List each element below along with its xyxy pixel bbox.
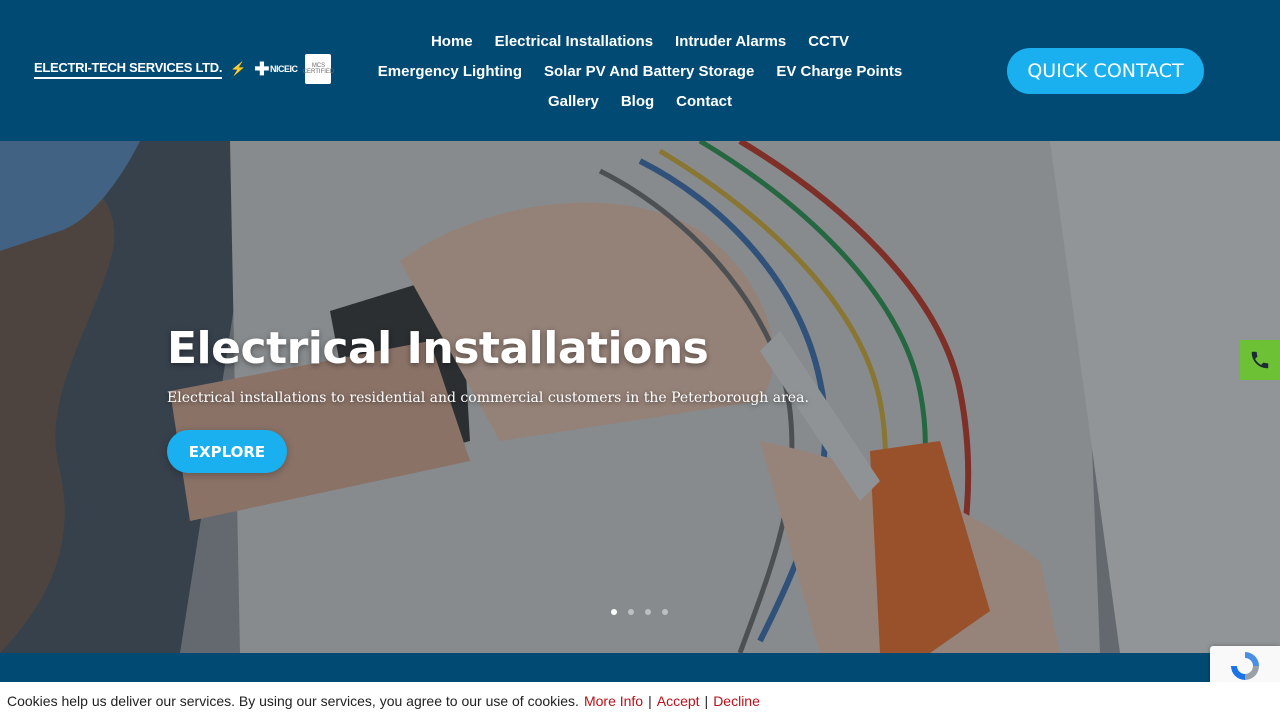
nav-link-contact[interactable]: Contact bbox=[676, 93, 732, 110]
slider-dot-1[interactable] bbox=[611, 609, 617, 615]
nav-row-3: Gallery Blog Contact bbox=[360, 86, 920, 116]
cookie-decline-link[interactable]: Decline bbox=[713, 693, 760, 709]
nav-link-solar-pv[interactable]: Solar PV And Battery Storage bbox=[544, 63, 754, 80]
main-nav: Home Electrical Installations Intruder A… bbox=[360, 26, 920, 116]
slider-dots bbox=[611, 609, 668, 615]
nav-link-intruder-alarms[interactable]: Intruder Alarms bbox=[675, 33, 786, 50]
hero-title: Electrical Installations bbox=[167, 323, 709, 374]
logo-company-name: ELECTRI-TECH SERVICES LTD. bbox=[34, 60, 222, 79]
nav-link-emergency-lighting[interactable]: Emergency Lighting bbox=[378, 63, 522, 80]
phone-tab-button[interactable] bbox=[1240, 340, 1280, 380]
cookie-accept-link[interactable]: Accept bbox=[657, 693, 700, 709]
plug-icon: ⚡ bbox=[230, 61, 247, 76]
niceic-text: NICEIC bbox=[269, 64, 298, 74]
mcs-logo: MCS CERTIFIED bbox=[303, 54, 334, 84]
recaptcha-badge[interactable] bbox=[1210, 646, 1280, 686]
cookie-separator-1: | bbox=[648, 693, 652, 709]
company-logo[interactable]: ELECTRI-TECH SERVICES LTD. ⚡ ✚ NICEIC MC… bbox=[26, 52, 334, 86]
niceic-cross-icon: ✚ bbox=[254, 59, 269, 79]
slider-dot-4[interactable] bbox=[662, 609, 668, 615]
nav-link-home[interactable]: Home bbox=[431, 33, 473, 50]
nav-link-blog[interactable]: Blog bbox=[621, 93, 654, 110]
nav-link-cctv[interactable]: CCTV bbox=[808, 33, 849, 50]
nav-row-1: Home Electrical Installations Intruder A… bbox=[360, 26, 920, 56]
mcs-sub-text: CERTIFIED bbox=[302, 69, 335, 75]
nav-link-gallery[interactable]: Gallery bbox=[548, 93, 599, 110]
niceic-logo: ✚ NICEIC bbox=[254, 59, 298, 79]
quick-contact-button[interactable]: QUICK CONTACT bbox=[1007, 48, 1204, 94]
cookie-message: Cookies help us deliver our services. By… bbox=[7, 693, 579, 709]
cookie-separator-2: | bbox=[704, 693, 709, 709]
cookie-more-info-link[interactable]: More Info bbox=[584, 693, 643, 709]
nav-link-electrical-installations[interactable]: Electrical Installations bbox=[495, 33, 653, 50]
explore-button[interactable]: EXPLORE bbox=[167, 430, 287, 473]
hero-subtitle: Electrical installations to residential … bbox=[167, 390, 809, 406]
slider-dot-3[interactable] bbox=[645, 609, 651, 615]
nav-row-2: Emergency Lighting Solar PV And Battery … bbox=[360, 56, 920, 86]
nav-link-ev-charge-points[interactable]: EV Charge Points bbox=[776, 63, 902, 80]
hero-slider: Electrical Installations Electrical inst… bbox=[0, 141, 1280, 653]
slider-dot-2[interactable] bbox=[628, 609, 634, 615]
phone-icon bbox=[1251, 351, 1269, 369]
recaptcha-icon bbox=[1231, 652, 1259, 680]
site-header: ELECTRI-TECH SERVICES LTD. ⚡ ✚ NICEIC MC… bbox=[0, 0, 1280, 141]
cookie-bar: Cookies help us deliver our services. By… bbox=[0, 682, 1280, 720]
